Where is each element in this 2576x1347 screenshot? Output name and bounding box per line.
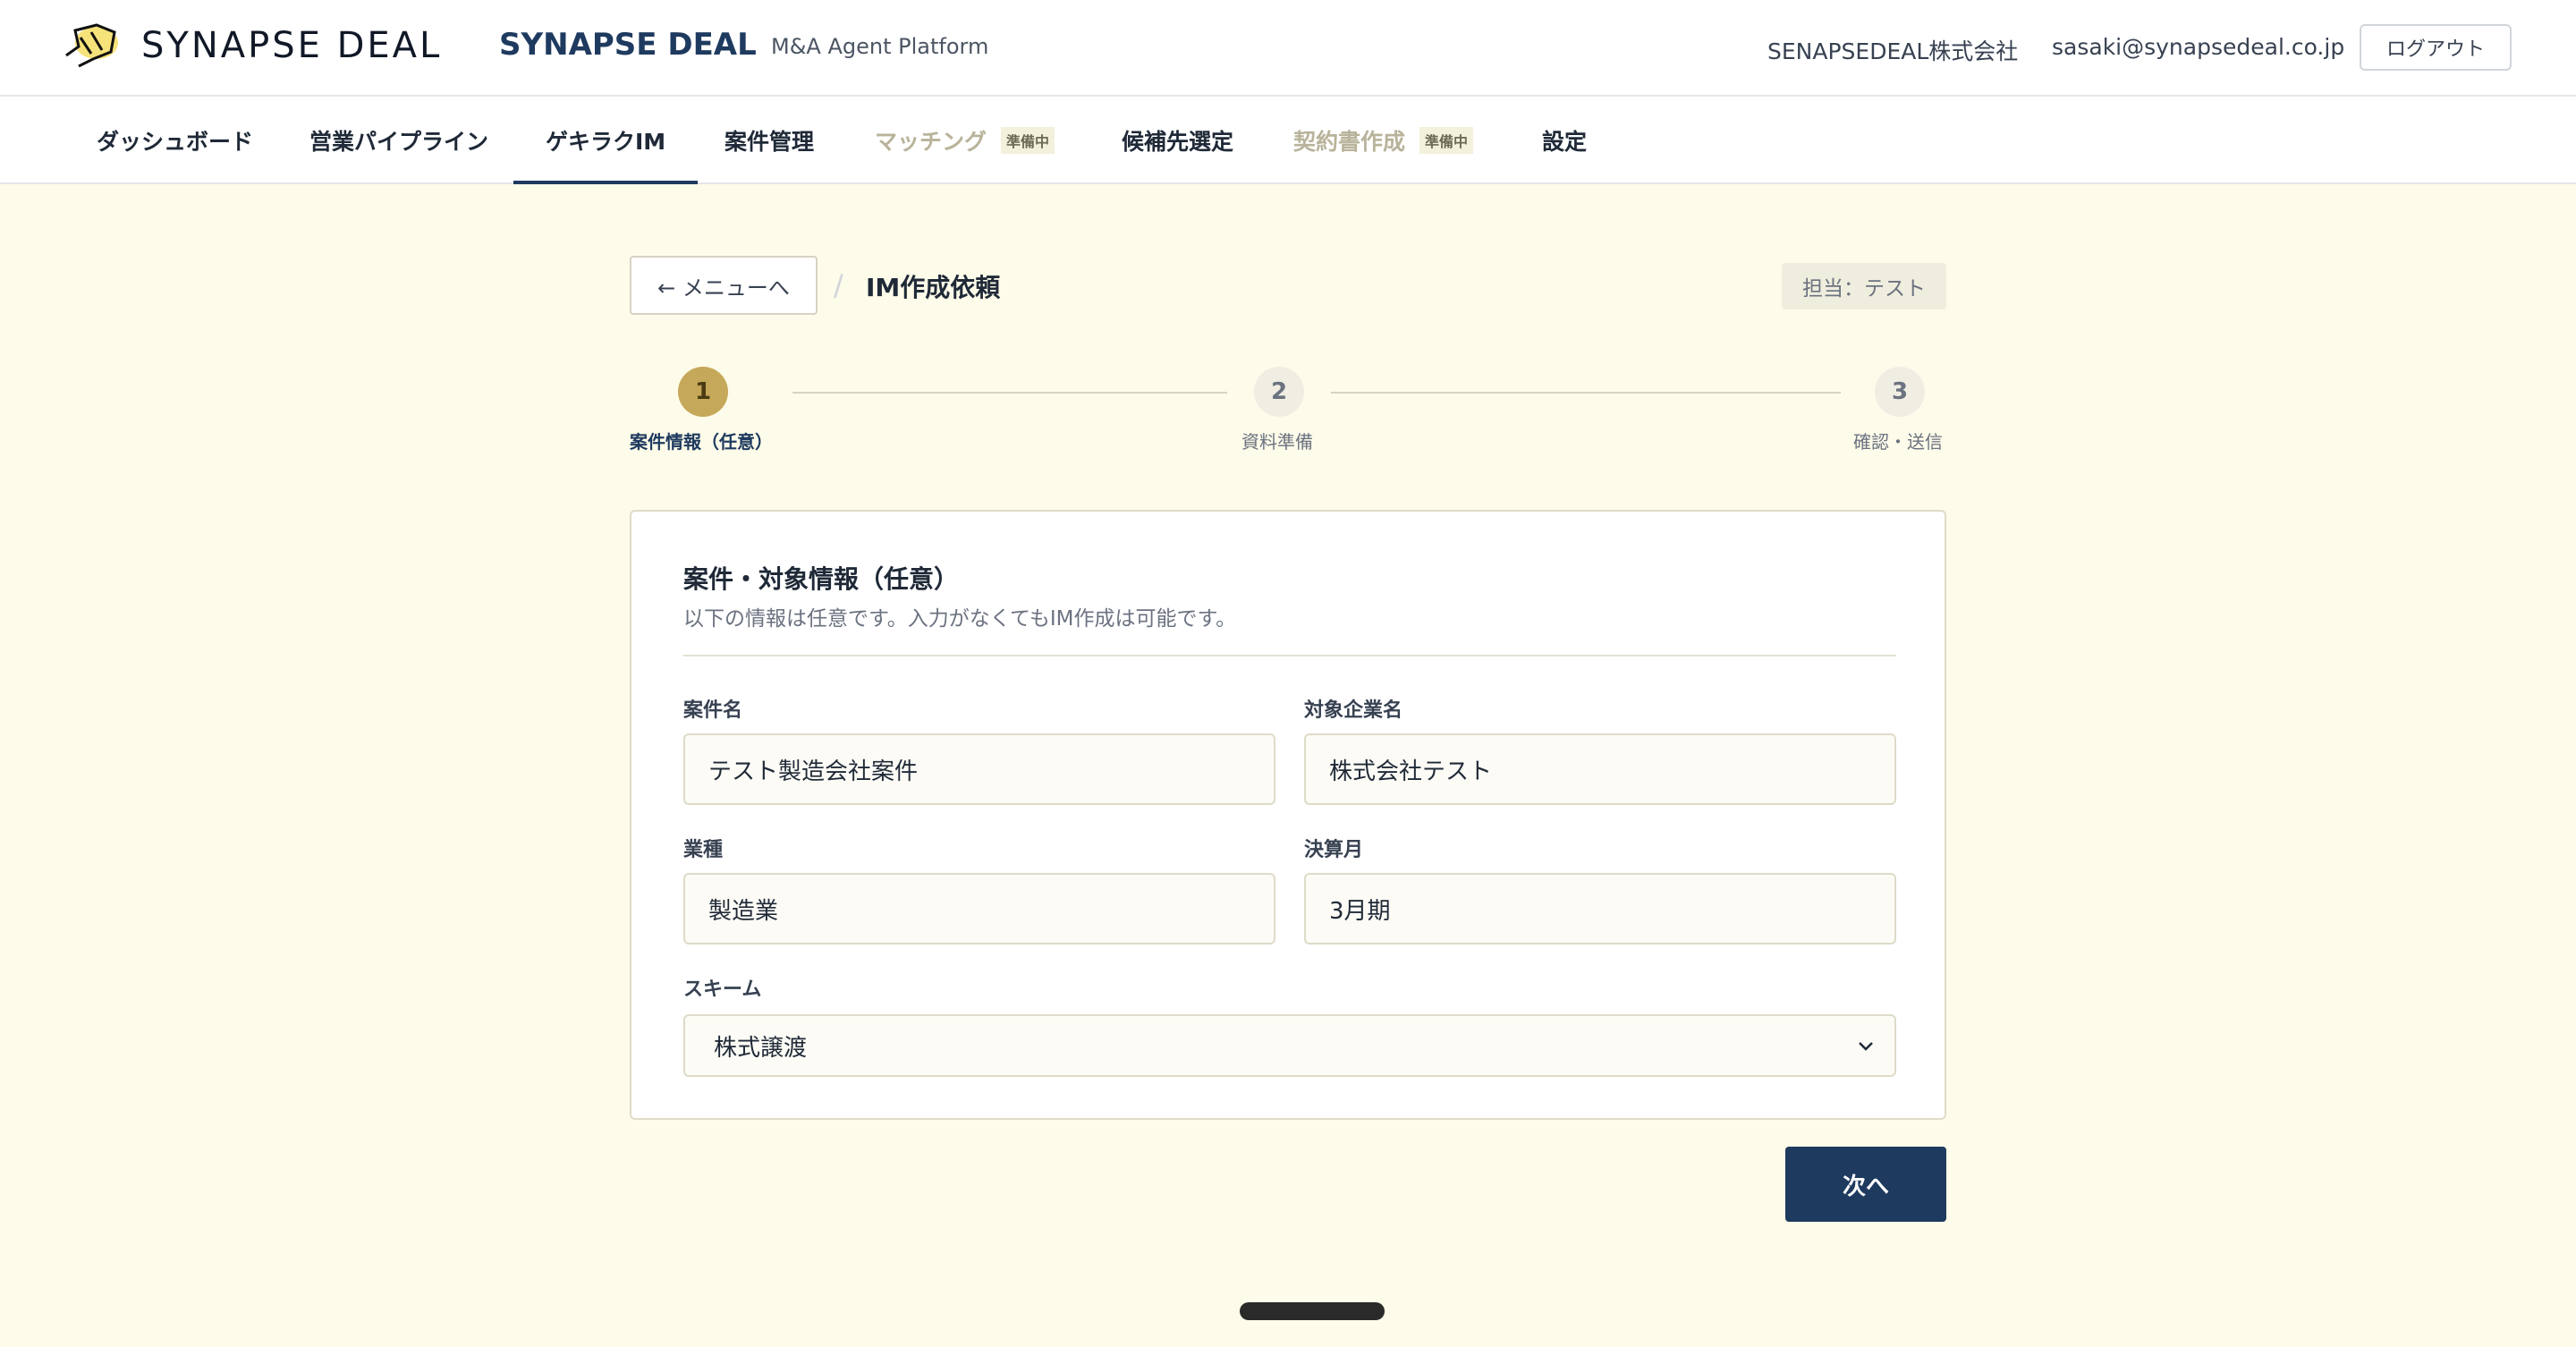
- step-number: 2: [1270, 378, 1288, 405]
- chevron-down-icon: [1859, 1042, 1873, 1051]
- nav-tab-dashboard[interactable]: ダッシュボード: [97, 97, 253, 184]
- brand-name: SYNAPSE DEAL: [499, 27, 757, 63]
- nav-tab-label: ゲキラクIM: [546, 129, 666, 155]
- step-number: 1: [694, 378, 712, 405]
- nav-tab-label: ダッシュボード: [97, 129, 254, 155]
- step-3-label: 確認・送信: [1853, 431, 1943, 453]
- fiscal-month-label: 決算月: [1304, 839, 1364, 861]
- breadcrumb-separator: /: [834, 268, 843, 302]
- back-to-menu-button[interactable]: ← メニューへ: [630, 256, 818, 315]
- nav-tab-label: マッチング: [875, 129, 987, 155]
- nav-tab-label: 案件管理: [724, 129, 815, 155]
- industry-input[interactable]: [683, 873, 1275, 945]
- nav-tab-matching: マッチング 準備中: [875, 97, 1055, 184]
- step-number: 3: [1891, 378, 1909, 405]
- industry-label: 業種: [683, 839, 724, 861]
- scheme-selected-value: 株式譲渡: [714, 1034, 808, 1062]
- nav-tab-candidate-selection[interactable]: 候補先選定: [1122, 97, 1233, 184]
- step-1-label: 案件情報（任意）: [630, 431, 773, 453]
- scheme-label: スキーム: [683, 978, 762, 1001]
- user-email: sasaki@synapsedeal.co.jp: [2052, 34, 2345, 60]
- logo-wordmark: SYNAPSE DEAL: [141, 25, 443, 66]
- step-3-indicator: 3: [1875, 367, 1925, 417]
- brand-tagline: M&A Agent Platform: [771, 34, 989, 59]
- nav-tab-gekiraku-im[interactable]: ゲキラクIM: [513, 97, 699, 184]
- page-title: IM作成依頼: [866, 273, 1001, 302]
- step-2-label: 資料準備: [1241, 431, 1313, 453]
- deal-name-input[interactable]: [683, 733, 1275, 805]
- scheme-select[interactable]: 株式譲渡: [683, 1014, 1896, 1077]
- owner-badge: 担当：テスト: [1782, 263, 1946, 309]
- deal-name-label: 案件名: [683, 699, 743, 722]
- coming-soon-badge: 準備中: [1419, 127, 1474, 154]
- step-1-indicator: 1: [678, 367, 728, 417]
- form-title: 案件・対象情報（任意）: [683, 564, 960, 594]
- nav-tab-settings[interactable]: 設定: [1542, 97, 1587, 184]
- target-company-label: 対象企業名: [1304, 699, 1403, 722]
- stepper-connector: [1331, 392, 1841, 394]
- nav-tab-sales-pipeline[interactable]: 営業パイプライン: [309, 97, 488, 184]
- nav-tab-label: 契約書作成: [1293, 129, 1406, 155]
- logout-button[interactable]: ログアウト: [2360, 24, 2512, 71]
- nav-tab-label: 候補先選定: [1122, 129, 1234, 155]
- next-button[interactable]: 次へ: [1785, 1147, 1946, 1222]
- nav-tab-label: 営業パイプライン: [309, 129, 489, 155]
- form-subtitle: 以下の情報は任意です。入力がなくてもIM作成は可能です。: [683, 607, 1237, 631]
- coming-soon-badge: 準備中: [1001, 127, 1055, 154]
- fiscal-month-input[interactable]: [1304, 873, 1896, 945]
- step-2-indicator: 2: [1254, 367, 1304, 417]
- main-nav: ダッシュボード 営業パイプライン ゲキラクIM 案件管理 マッチング 準備中 候…: [0, 97, 2576, 184]
- nav-tab-label: 設定: [1542, 129, 1588, 155]
- company-name: SENAPSEDEAL株式会社: [1767, 38, 2019, 64]
- nav-tab-contract-drafting: 契約書作成 準備中: [1293, 97, 1474, 184]
- form-divider: [683, 655, 1896, 657]
- stepper-connector: [792, 392, 1227, 394]
- nav-tab-deal-management[interactable]: 案件管理: [724, 97, 814, 184]
- app-header: SYNAPSE DEAL SYNAPSE DEAL M&A Agent Plat…: [0, 0, 2576, 97]
- home-indicator: [1240, 1302, 1385, 1320]
- target-company-input[interactable]: [1304, 733, 1896, 805]
- deal-info-form-card: 案件・対象情報（任意） 以下の情報は任意です。入力がなくてもIM作成は可能です。…: [630, 510, 1946, 1120]
- brand-logo-icon: [65, 23, 118, 68]
